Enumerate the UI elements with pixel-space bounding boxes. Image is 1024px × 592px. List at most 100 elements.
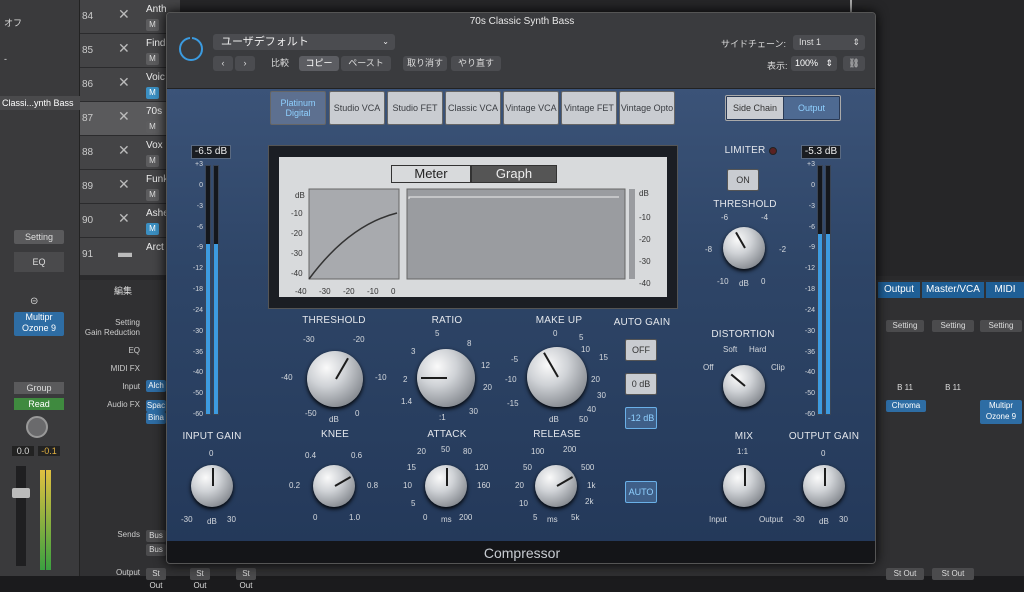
header-midi[interactable]: MIDI (986, 282, 1024, 298)
mute-button[interactable]: M (146, 223, 159, 235)
link-icon[interactable]: ⊝ (30, 296, 38, 307)
track-row[interactable]: 88 ✕ Vox M (80, 136, 180, 170)
track-row[interactable]: 89 ✕ Funk M (80, 170, 180, 204)
ratio-unit: :1 (439, 413, 446, 422)
model-studio-fet[interactable]: Studio FET (387, 91, 443, 125)
chroma-slot[interactable]: Chroma (886, 400, 926, 412)
level-meter-left (40, 470, 45, 570)
next-preset-button[interactable]: › (235, 56, 255, 71)
model-vintage-vca[interactable]: Vintage VCA (503, 91, 559, 125)
model-vintage-opto[interactable]: Vintage Opto (619, 91, 675, 125)
prev-preset-button[interactable]: ‹ (213, 56, 233, 71)
makeup-knob[interactable] (527, 347, 587, 407)
output-gain-unit: dB (819, 517, 829, 526)
meter-scale-tick: -18 (804, 286, 815, 293)
input-slot[interactable]: Alch (146, 380, 166, 392)
track-row[interactable]: 85 ✕ Find M (80, 34, 180, 68)
compare-button[interactable]: 比較 (267, 56, 293, 71)
model-platinum-digital[interactable]: Platinum Digital (270, 91, 326, 125)
setting-slot[interactable]: Setting (886, 320, 924, 332)
send-slot[interactable]: Bus (146, 530, 166, 542)
synth-icon: ✕ (118, 108, 130, 124)
setting-slot[interactable]: Setting (980, 320, 1022, 332)
sidechain-dropdown[interactable]: Inst 1 ⇕ (793, 35, 865, 50)
tab-meter[interactable]: Meter (391, 165, 471, 183)
inspector-eq[interactable]: EQ (14, 252, 64, 272)
limiter-tick: -4 (761, 213, 769, 222)
pan-knob[interactable] (26, 416, 48, 438)
send-slot[interactable]: Bus (146, 544, 166, 556)
inspector-group[interactable]: Group (14, 382, 64, 394)
output-slot[interactable]: St Out (236, 568, 256, 590)
meter-scale-tick: 0 (811, 181, 815, 189)
output-gain-knob[interactable] (803, 465, 845, 507)
mute-button[interactable]: M (146, 155, 159, 167)
redo-button[interactable]: やり直す (451, 56, 501, 71)
inspector-setting[interactable]: Setting (14, 230, 64, 244)
ratio-knob[interactable] (417, 349, 475, 407)
tab-graph[interactable]: Graph (471, 165, 557, 183)
mute-button[interactable]: M (146, 19, 159, 31)
track-row[interactable]: 86 ✕ Voic M (80, 68, 180, 102)
copy-button[interactable]: コピー (299, 56, 339, 71)
link-icon[interactable]: ⛓ (843, 56, 865, 71)
inspector-track-name[interactable]: Classi...ynth Bass (0, 96, 80, 110)
power-icon[interactable] (179, 35, 203, 61)
knee-knob[interactable] (313, 465, 355, 507)
mix-knob[interactable] (723, 465, 765, 507)
paste-button[interactable]: ペースト (341, 56, 391, 71)
output-slot[interactable]: St Out (886, 568, 924, 580)
mute-button[interactable]: M (146, 121, 159, 133)
mute-button[interactable]: M (146, 53, 159, 65)
output-slot[interactable]: St Out (190, 568, 210, 590)
audio-fx-slot[interactable]: Spac (146, 400, 166, 412)
input-gain-knob[interactable] (191, 465, 233, 507)
graph-db-label: dB (295, 191, 305, 200)
graph-y-tick: -10 (291, 209, 303, 218)
model-classic-vca[interactable]: Classic VCA (445, 91, 501, 125)
undo-button[interactable]: 取り消す (403, 56, 447, 71)
header-master-vca[interactable]: Master/VCA (922, 282, 984, 298)
inspector-read[interactable]: Read (14, 398, 64, 410)
mixer-edit-menu[interactable]: 編集 (114, 284, 132, 297)
side-chain-button[interactable]: Side Chain (727, 97, 783, 119)
track-number: 85 (82, 45, 94, 56)
ratio-tick: 3 (411, 347, 416, 356)
inspector-plugin-slot[interactable]: Multipr Ozone 9 (14, 312, 64, 336)
meter-r-tick: -30 (639, 257, 651, 266)
volume-fader-track[interactable] (16, 466, 26, 566)
header-output[interactable]: Output (878, 282, 920, 298)
auto-release-button[interactable]: AUTO (625, 481, 657, 503)
view-dropdown[interactable]: 100% ⇕ (791, 56, 837, 71)
track-row[interactable]: 90 ✕ Ashe M (80, 204, 180, 238)
track-row[interactable]: 84 ✕ Anth M (80, 0, 180, 34)
plugin-title[interactable]: 70s Classic Synth Bass (167, 13, 875, 31)
track-name: Anth (146, 4, 167, 15)
graph-y-tick: -30 (291, 249, 303, 258)
release-tick: 50 (523, 463, 532, 472)
preset-dropdown[interactable]: ユーザデフォルト ⌄ (213, 34, 395, 50)
master-plugin-slot[interactable]: Multipr Ozone 9 (980, 400, 1022, 424)
auto-gain-minus12-button[interactable]: -12 dB (625, 407, 657, 429)
release-knob[interactable] (535, 465, 577, 507)
output-slot[interactable]: St Out (146, 568, 166, 590)
attack-knob[interactable] (425, 465, 467, 507)
distortion-knob[interactable] (723, 365, 765, 407)
mute-button[interactable]: M (146, 189, 159, 201)
auto-gain-0db-button[interactable]: 0 dB (625, 373, 657, 395)
limiter-on-button[interactable]: ON (727, 169, 759, 191)
limiter-threshold-knob[interactable] (723, 227, 765, 269)
auto-gain-off-button[interactable]: OFF (625, 339, 657, 361)
mute-button[interactable]: M (146, 87, 159, 99)
output-slot[interactable]: St Out (932, 568, 974, 580)
volume-fader-handle[interactable] (12, 488, 30, 498)
output-button[interactable]: Output (784, 97, 839, 119)
threshold-knob[interactable] (307, 351, 363, 407)
setting-slot[interactable]: Setting (932, 320, 974, 332)
track-row[interactable]: 91 ▬ Arct (80, 238, 180, 276)
track-row[interactable]: 87 ✕ 70s M (80, 102, 180, 136)
model-vintage-fet[interactable]: Vintage FET (561, 91, 617, 125)
model-studio-vca[interactable]: Studio VCA (329, 91, 385, 125)
audio-fx-slot[interactable]: Bina (146, 412, 166, 424)
makeup-tick: -10 (505, 375, 517, 384)
